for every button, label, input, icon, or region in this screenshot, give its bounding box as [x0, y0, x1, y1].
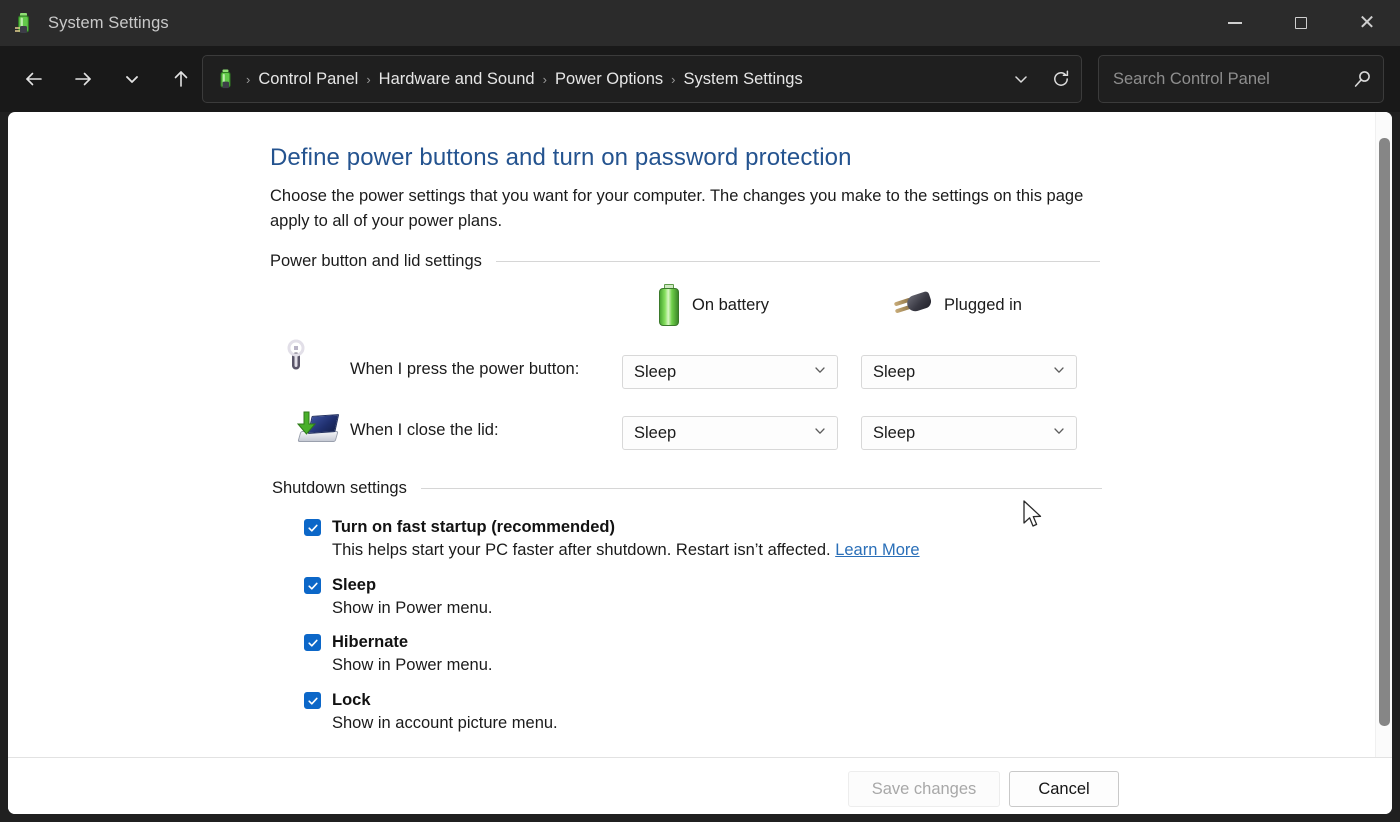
checkbox-description-fast-startup: This helps start your PC faster after sh… [332, 541, 920, 560]
power-button-plugged-in-dropdown[interactable]: Sleep [861, 355, 1077, 389]
nav-button-group [14, 59, 201, 99]
list-item: Lock Show in account picture menu. [304, 691, 558, 733]
list-item: Turn on fast startup (recommended) This … [304, 518, 920, 560]
power-button-icon [296, 348, 338, 390]
close-button[interactable]: ✕ [1334, 0, 1400, 46]
minimize-button[interactable] [1202, 0, 1268, 46]
page-title: Define power buttons and turn on passwor… [270, 144, 852, 172]
power-button-on-battery-dropdown[interactable]: Sleep [622, 355, 838, 389]
checkbox-label-sleep: Sleep [332, 576, 376, 595]
chevron-down-icon [813, 363, 827, 382]
recent-locations-button[interactable] [112, 59, 152, 99]
list-item: Hibernate Show in Power menu. [304, 633, 493, 675]
breadcrumb-separator-3: › [671, 72, 675, 87]
breadcrumb-item-hardware-and-sound[interactable]: Hardware and Sound [374, 67, 540, 92]
window-controls: ✕ [1202, 0, 1400, 46]
column-header-on-battery-label: On battery [692, 296, 769, 315]
checkbox-row-sleep[interactable]: Sleep [304, 576, 493, 595]
column-header-on-battery: On battery [658, 284, 892, 326]
power-button-plugged-in-value: Sleep [873, 363, 915, 382]
column-header-plugged-in-label: Plugged in [944, 296, 1022, 315]
checkbox-fast-startup[interactable] [304, 519, 321, 536]
checkbox-description-lock: Show in account picture menu. [332, 714, 558, 733]
laptop-lid-icon [296, 409, 338, 451]
search-box[interactable] [1098, 55, 1384, 103]
cancel-button[interactable]: Cancel [1009, 771, 1119, 807]
setting-row-close-lid-label: When I close the lid: [350, 421, 499, 440]
close-icon: ✕ [1359, 13, 1376, 33]
battery-plug-icon [14, 12, 34, 34]
close-lid-on-battery-value: Sleep [634, 424, 676, 443]
save-changes-label: Save changes [872, 780, 977, 799]
checkbox-row-lock[interactable]: Lock [304, 691, 558, 710]
back-button[interactable] [14, 59, 54, 99]
close-lid-plugged-in-dropdown[interactable]: Sleep [861, 416, 1077, 450]
close-lid-on-battery-dropdown[interactable]: Sleep [622, 416, 838, 450]
setting-row-power-button-label: When I press the power button: [350, 360, 579, 379]
search-input[interactable] [1113, 70, 1341, 89]
search-icon[interactable] [1341, 70, 1383, 89]
address-bar-battery-icon [217, 69, 235, 89]
power-button-on-battery-value: Sleep [634, 363, 676, 382]
chevron-down-icon [813, 424, 827, 443]
section-divider [496, 261, 1100, 262]
breadcrumb-item-power-options[interactable]: Power Options [550, 67, 668, 92]
checkbox-hibernate[interactable] [304, 634, 321, 651]
list-item: Sleep Show in Power menu. [304, 576, 493, 618]
section-header-shutdown-label: Shutdown settings [272, 479, 407, 498]
page-description: Choose the power settings that you want … [270, 184, 1090, 234]
battery-icon [658, 284, 680, 326]
maximize-icon [1295, 17, 1307, 29]
maximize-button[interactable] [1268, 0, 1334, 46]
breadcrumb-item-system-settings[interactable]: System Settings [679, 67, 808, 92]
breadcrumb-separator-1: › [366, 72, 370, 87]
checkbox-label-fast-startup: Turn on fast startup (recommended) [332, 518, 615, 537]
address-bar[interactable]: › Control Panel › Hardware and Sound › P… [202, 55, 1082, 103]
forward-button[interactable] [63, 59, 103, 99]
setting-row-close-lid: When I close the lid: [296, 409, 499, 451]
checkbox-label-lock: Lock [332, 691, 371, 710]
save-changes-button[interactable]: Save changes [848, 771, 1000, 807]
column-header-plugged-in: Plugged in [892, 284, 1022, 326]
breadcrumb-separator-2: › [543, 72, 547, 87]
checkbox-label-hibernate: Hibernate [332, 633, 408, 652]
section-divider [421, 488, 1102, 489]
content-pane: Define power buttons and turn on passwor… [8, 112, 1392, 814]
checkbox-row-fast-startup[interactable]: Turn on fast startup (recommended) [304, 518, 920, 537]
section-header-shutdown: Shutdown settings [272, 479, 1102, 498]
minimize-icon [1228, 22, 1242, 24]
checkbox-description-text: This helps start your PC faster after sh… [332, 541, 831, 559]
window-title: System Settings [48, 14, 169, 33]
up-button[interactable] [161, 59, 201, 99]
checkbox-row-hibernate[interactable]: Hibernate [304, 633, 493, 652]
breadcrumb: › Control Panel › Hardware and Sound › P… [243, 67, 1001, 92]
chevron-down-icon [1052, 424, 1066, 443]
checkbox-description-hibernate: Show in Power menu. [332, 656, 493, 675]
system-settings-window: System Settings ✕ [0, 0, 1400, 822]
checkbox-lock[interactable] [304, 692, 321, 709]
close-lid-plugged-in-value: Sleep [873, 424, 915, 443]
checkbox-description-sleep: Show in Power menu. [332, 599, 493, 618]
chevron-down-icon[interactable] [1001, 59, 1041, 99]
section-header-power-lid-label: Power button and lid settings [270, 252, 482, 271]
scroll-area: Define power buttons and turn on passwor… [8, 112, 1392, 757]
cancel-label: Cancel [1038, 780, 1089, 799]
section-header-power-lid: Power button and lid settings [270, 252, 1100, 271]
vertical-scrollbar[interactable] [1375, 112, 1392, 757]
scrollbar-thumb[interactable] [1379, 138, 1390, 726]
breadcrumb-item-control-panel[interactable]: Control Panel [253, 67, 363, 92]
chevron-down-icon [1052, 363, 1066, 382]
learn-more-link[interactable]: Learn More [835, 541, 919, 559]
breadcrumb-separator-0: › [246, 72, 250, 87]
title-bar: System Settings ✕ [0, 0, 1400, 46]
column-headers: On battery Plugged in [658, 284, 1022, 326]
refresh-icon[interactable] [1041, 59, 1081, 99]
footer-bar: Save changes Cancel [8, 757, 1392, 814]
power-plug-icon [892, 288, 932, 322]
setting-row-power-button: When I press the power button: [296, 348, 579, 390]
checkbox-sleep[interactable] [304, 577, 321, 594]
